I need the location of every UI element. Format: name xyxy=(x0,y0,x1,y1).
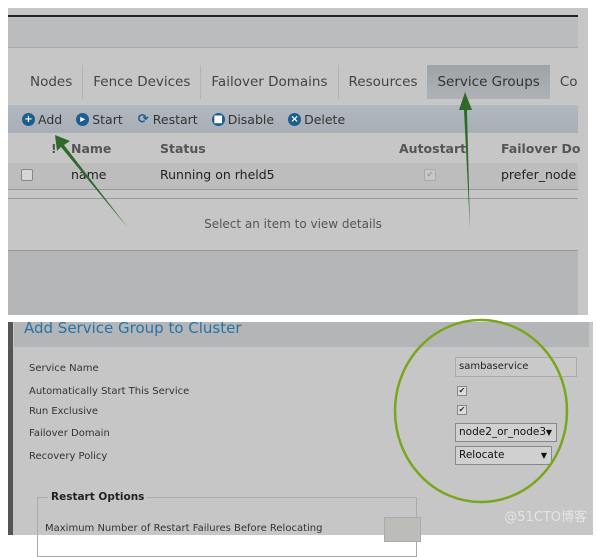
dropdown-arrow-icon: ▼ xyxy=(545,428,552,437)
failover-domain-select[interactable]: node2_or_node3 ▼ xyxy=(455,423,557,442)
row-checkbox[interactable] xyxy=(21,169,33,181)
tab-configure[interactable]: Co xyxy=(550,65,588,99)
divider xyxy=(8,15,578,17)
exclusive-label: Run Exclusive xyxy=(29,406,99,417)
dialog-title: Add Service Group to Cluster xyxy=(14,322,589,347)
row-failover: prefer_node xyxy=(501,167,577,182)
col-failover[interactable]: Failover Do xyxy=(501,137,581,161)
detail-area xyxy=(8,250,578,315)
detail-placeholder: Select an item to view details xyxy=(8,198,578,248)
tab-failover-domains[interactable]: Failover Domains xyxy=(201,65,339,99)
stop-icon: ■ xyxy=(211,112,225,126)
max-restart-input[interactable] xyxy=(384,517,421,542)
delete-button[interactable]: × Delete xyxy=(288,112,345,127)
start-label: Start xyxy=(92,111,123,127)
col-flag[interactable]: ! xyxy=(51,137,57,161)
failover-domain-value: node2_or_node3 xyxy=(459,426,547,438)
play-icon: ▸ xyxy=(76,112,90,126)
col-status[interactable]: Status xyxy=(160,137,206,161)
plus-icon: + xyxy=(22,112,35,126)
service-name-label: Service Name xyxy=(29,363,99,374)
toolbar: + Add ▸ Start ⟳ Restart ■ Disable × Delete xyxy=(8,105,578,133)
dialog-edge xyxy=(8,322,13,535)
table-row[interactable]: name Running on rheld5 ✔ prefer_node xyxy=(8,163,578,190)
disable-button[interactable]: ■ Disable xyxy=(211,111,275,127)
failover-domain-label: Failover Domain xyxy=(29,428,110,439)
max-restart-label: Maximum Number of Restart Failures Befor… xyxy=(45,523,323,534)
autostart-label: Automatically Start This Service xyxy=(29,386,190,397)
watermark: @51CTO博客 xyxy=(504,510,587,525)
tab-service-groups[interactable]: Service Groups xyxy=(427,65,550,99)
tab-fence-devices[interactable]: Fence Devices xyxy=(83,65,202,99)
row-name: name xyxy=(71,167,107,182)
table-header: ! Name Status Autostart Failover Do xyxy=(8,137,581,161)
dropdown-arrow-icon: ▼ xyxy=(540,451,547,460)
col-autostart[interactable]: Autostart xyxy=(399,137,466,161)
recovery-policy-label: Recovery Policy xyxy=(29,451,108,462)
exclusive-checkbox[interactable]: ✔ xyxy=(457,405,467,415)
refresh-icon: ⟳ xyxy=(137,111,149,127)
delete-label: Delete xyxy=(304,111,346,127)
add-service-group-dialog: Add Service Group to Cluster Service Nam… xyxy=(8,322,593,557)
col-name[interactable]: Name xyxy=(71,137,111,161)
service-name-input[interactable]: sambaservice xyxy=(455,357,577,377)
recovery-policy-value: Relocate xyxy=(459,449,505,461)
row-status: Running on rheld5 xyxy=(160,167,275,182)
recovery-policy-select[interactable]: Relocate ▼ xyxy=(455,446,552,465)
autostart-checkbox[interactable]: ✔ xyxy=(457,386,467,396)
tab-bar: Nodes Fence Devices Failover Domains Res… xyxy=(20,65,588,99)
autostart-check-icon: ✔ xyxy=(424,169,436,181)
restart-label: Restart xyxy=(152,111,198,127)
header-band xyxy=(8,18,578,48)
add-button[interactable]: + Add xyxy=(22,112,62,127)
add-label: Add xyxy=(38,111,63,127)
restart-options-legend: Restart Options xyxy=(48,491,148,503)
restart-button[interactable]: ⟳ Restart xyxy=(137,112,198,127)
service-groups-panel: Nodes Fence Devices Failover Domains Res… xyxy=(8,8,588,315)
tab-resources[interactable]: Resources xyxy=(339,65,429,99)
disable-label: Disable xyxy=(227,111,275,127)
start-button[interactable]: ▸ Start xyxy=(76,112,123,127)
close-icon: × xyxy=(288,112,302,126)
tab-nodes[interactable]: Nodes xyxy=(20,65,84,99)
